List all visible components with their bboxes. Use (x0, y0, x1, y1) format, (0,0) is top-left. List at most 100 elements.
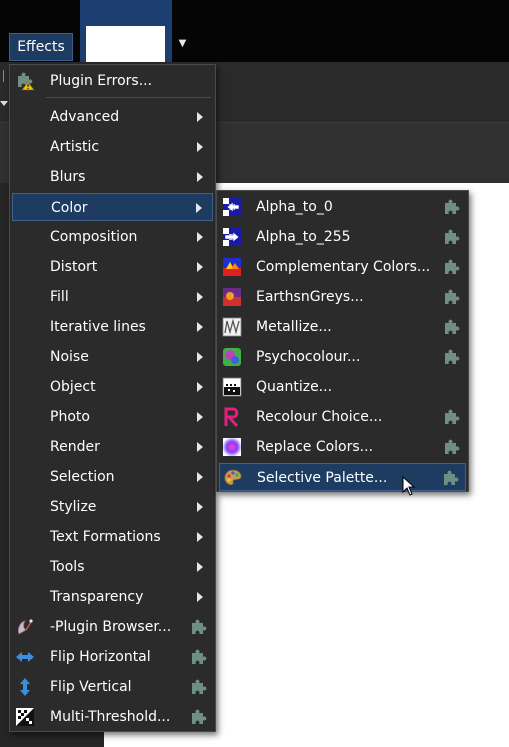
metallize-icon (222, 317, 242, 337)
menu-item-text-formations[interactable]: Text Formations (12, 523, 213, 551)
menu-item-label: Plugin Errors... (50, 73, 153, 89)
mouse-cursor-icon (402, 476, 416, 496)
submenu-item-alpha-to-0[interactable]: Alpha_to_0 (219, 193, 466, 221)
menu-item-stylize[interactable]: Stylize (12, 493, 213, 521)
submenu-arrow-icon (197, 142, 203, 152)
toolbar-separator (3, 70, 4, 82)
menu-item-label: Photo (50, 409, 90, 425)
submenu-item-label: Metallize... (256, 319, 332, 335)
plugin-badge-icon (445, 319, 460, 334)
menu-item-artistic[interactable]: Artistic (12, 133, 213, 161)
menu-item-plugin-errors[interactable]: Plugin Errors... (12, 67, 213, 95)
submenu-item-quantize[interactable]: Quantize... (219, 373, 466, 401)
menu-item-label: Object (50, 379, 96, 395)
recolour-choice-icon (222, 407, 242, 427)
plugin-errors-icon (15, 71, 35, 91)
menu-item-label: Transparency (50, 589, 144, 605)
submenu-item-alpha-to-255[interactable]: Alpha_to_255 (219, 223, 466, 251)
menu-item-label: -Plugin Browser... (50, 619, 172, 635)
submenu-item-metallize[interactable]: Metallize... (219, 313, 466, 341)
psychocolour-icon (222, 347, 242, 367)
alpha-to-255-icon (222, 227, 242, 247)
menu-item-fill[interactable]: Fill (12, 283, 213, 311)
menu-item-transparency[interactable]: Transparency (12, 583, 213, 611)
submenu-item-label: Alpha_to_255 (256, 229, 351, 245)
menu-item-label: Iterative lines (50, 319, 146, 335)
menu-item-label: Color (51, 200, 88, 216)
menu-item-label: Multi-Threshold... (50, 709, 171, 725)
menu-item-selection[interactable]: Selection (12, 463, 213, 491)
submenu-item-label: Replace Colors... (256, 439, 374, 455)
plugin-badge-icon (445, 259, 460, 274)
menu-item-label: Tools (50, 559, 85, 575)
menu-item-label: Render (50, 439, 100, 455)
plugin-badge-icon (445, 349, 460, 364)
image-thumbnail[interactable] (86, 26, 165, 62)
menu-item-photo[interactable]: Photo (12, 403, 213, 431)
submenu-item-recolour-choice[interactable]: Recolour Choice... (219, 403, 466, 431)
complementary-colors-icon (222, 257, 242, 277)
plugin-badge-icon (445, 229, 460, 244)
flip-vertical-icon (15, 677, 35, 697)
effects-menu: Plugin Errors... Advanced Artistic Blurs… (9, 64, 216, 732)
menu-item-label: Fill (50, 289, 69, 305)
menu-item-label: Distort (50, 259, 98, 275)
submenu-item-replace-colors[interactable]: Replace Colors... (219, 433, 466, 461)
submenu-item-label: Quantize... (256, 379, 333, 395)
plugin-badge-icon (445, 409, 460, 424)
quantize-icon (222, 377, 242, 397)
menu-item-multi-threshold[interactable]: Multi-Threshold... (12, 703, 213, 731)
menu-item-label: Noise (50, 349, 89, 365)
submenu-arrow-icon (197, 532, 203, 542)
menu-item-composition[interactable]: Composition (12, 223, 213, 251)
effects-menu-button[interactable]: Effects (9, 33, 73, 61)
menu-item-object[interactable]: Object (12, 373, 213, 401)
submenu-arrow-icon (197, 322, 203, 332)
toolbar-caret-icon[interactable] (0, 101, 8, 106)
submenu-item-label: Selective Palette... (257, 470, 388, 486)
alpha-to-0-icon (222, 197, 242, 217)
menu-item-flip-horizontal[interactable]: Flip Horizontal (12, 643, 213, 671)
menu-item-plugin-browser[interactable]: -Plugin Browser... (12, 613, 213, 641)
selective-palette-icon (223, 468, 243, 488)
submenu-item-complementary-colors[interactable]: Complementary Colors... (219, 253, 466, 281)
submenu-arrow-icon (197, 442, 203, 452)
submenu-arrow-icon (197, 472, 203, 482)
plugin-badge-icon (192, 709, 207, 724)
plugin-badge-icon (445, 439, 460, 454)
submenu-item-selective-palette[interactable]: Selective Palette... (219, 463, 466, 491)
image-list-dropdown-icon[interactable]: ▼ (177, 38, 188, 49)
submenu-arrow-icon (197, 232, 203, 242)
submenu-item-label: Alpha_to_0 (256, 199, 333, 215)
menu-item-label: Artistic (50, 139, 100, 155)
menu-item-tools[interactable]: Tools (12, 553, 213, 581)
replace-colors-icon (222, 437, 242, 457)
menu-item-label: Flip Vertical (50, 679, 132, 695)
menu-item-blurs[interactable]: Blurs (12, 163, 213, 191)
submenu-item-psychocolour[interactable]: Psychocolour... (219, 343, 466, 371)
plugin-badge-icon (444, 470, 459, 485)
menu-item-iterative-lines[interactable]: Iterative lines (12, 313, 213, 341)
submenu-item-earthsngreys[interactable]: EarthsnGreys... (219, 283, 466, 311)
flip-horizontal-icon (15, 647, 35, 667)
menu-item-advanced[interactable]: Advanced (12, 103, 213, 131)
plugin-badge-icon (192, 679, 207, 694)
menu-item-label: Composition (50, 229, 138, 245)
menu-item-render[interactable]: Render (12, 433, 213, 461)
menu-item-label: Stylize (50, 499, 97, 515)
menu-item-noise[interactable]: Noise (12, 343, 213, 371)
menu-divider (46, 97, 211, 98)
submenu-arrow-icon (197, 112, 203, 122)
menu-item-label: Flip Horizontal (50, 649, 151, 665)
menu-item-label: Selection (50, 469, 115, 485)
menu-item-distort[interactable]: Distort (12, 253, 213, 281)
submenu-item-label: Recolour Choice... (256, 409, 383, 425)
menu-item-flip-vertical[interactable]: Flip Vertical (12, 673, 213, 701)
menu-item-color[interactable]: Color (12, 193, 213, 221)
plugin-badge-icon (445, 289, 460, 304)
menu-item-label: Blurs (50, 169, 86, 185)
plugin-badge-icon (192, 619, 207, 634)
submenu-arrow-icon (197, 562, 203, 572)
color-submenu: Alpha_to_0 Alpha_to_255 Complementary Co… (216, 190, 469, 492)
submenu-arrow-icon (197, 502, 203, 512)
